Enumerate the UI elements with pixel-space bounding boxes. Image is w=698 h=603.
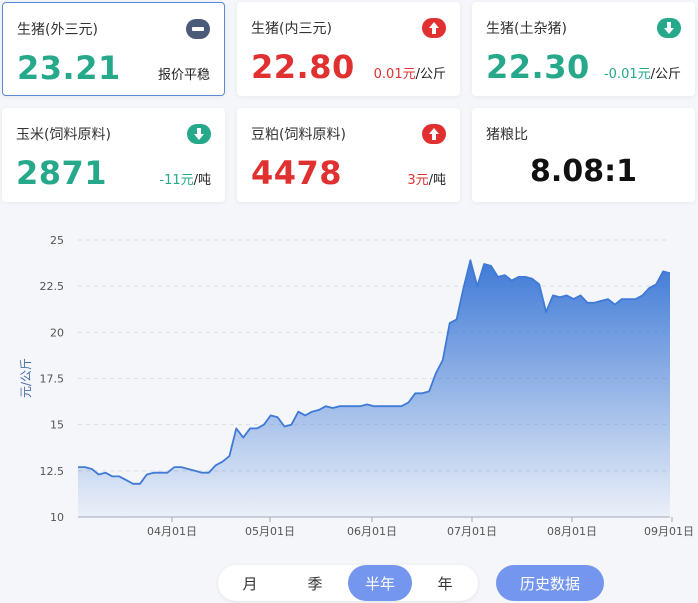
card-value: 22.80	[251, 48, 355, 86]
card-change: -0.01元/公斤	[603, 67, 681, 82]
arrow-down-icon	[187, 124, 211, 144]
chart-svg: 10 12.5 15 17.5 20 22.5 25 04月01日 05月01日 06月01日 07…	[19, 234, 694, 538]
period-month-tab[interactable]: 月	[218, 565, 282, 601]
x-tick-label: 08月01日	[547, 525, 597, 538]
card-value: 22.30	[486, 48, 590, 86]
x-tick-label: 05月01日	[245, 525, 295, 538]
card-title: 豆粕(饲料原料)	[251, 127, 346, 143]
page: 生猪(外三元) 23.21 报价平稳 生猪(内三元) 22.80 0.01元/公…	[0, 0, 698, 603]
card-title: 玉米(饲料原料)	[16, 127, 111, 143]
period-quarter-tab[interactable]: 季	[283, 565, 347, 601]
ratio-value: 8.08:1	[530, 154, 637, 189]
card-change: 0.01元/公斤	[373, 67, 446, 82]
price-card-neisanyuan[interactable]: 生猪(内三元) 22.80 0.01元/公斤	[237, 2, 460, 96]
arrow-up-icon	[422, 124, 446, 144]
y-tick-label: 25	[50, 234, 64, 247]
history-data-button[interactable]: 历史数据	[496, 565, 604, 601]
minus-icon	[186, 19, 210, 39]
arrow-down-icon	[657, 18, 681, 38]
y-tick-label: 15	[50, 419, 64, 432]
price-card-soymeal[interactable]: 豆粕(饲料原料) 4478 3元/吨	[237, 108, 460, 202]
y-axis-label: 元/公斤	[19, 358, 33, 398]
price-chart: 10 12.5 15 17.5 20 22.5 25 04月01日 05月01日 06月01日 07…	[0, 222, 698, 552]
period-year-tab[interactable]: 年	[413, 565, 477, 601]
card-status: 报价平稳	[157, 68, 210, 83]
price-area	[78, 260, 670, 517]
x-tick-label: 06月01日	[347, 525, 397, 538]
price-card-tuzazhu[interactable]: 生猪(土杂猪) 22.30 -0.01元/公斤	[472, 2, 695, 96]
card-title: 生猪(外三元)	[17, 22, 98, 38]
price-card-waisanyuan[interactable]: 生猪(外三元) 23.21 报价平稳	[2, 2, 225, 96]
arrow-up-icon	[422, 18, 446, 38]
card-value: 2871	[16, 154, 108, 192]
period-selector: 月 季 半年 年	[218, 565, 478, 601]
card-change: -11元/吨	[159, 173, 211, 188]
y-tick-label: 10	[50, 511, 64, 524]
card-change: 3元/吨	[407, 173, 446, 188]
card-value: 4478	[251, 154, 343, 192]
price-card-pig-grain-ratio[interactable]: 猪粮比 8.08:1	[472, 108, 695, 202]
y-tick-label: 17.5	[40, 373, 65, 386]
x-tick-label: 07月01日	[447, 525, 497, 538]
card-title: 猪粮比	[486, 127, 528, 143]
x-tick-label: 09月01日	[644, 525, 694, 538]
card-title: 生猪(土杂猪)	[486, 21, 567, 37]
price-card-corn[interactable]: 玉米(饲料原料) 2871 -11元/吨	[2, 108, 225, 202]
y-tick-label: 12.5	[40, 465, 65, 478]
y-tick-label: 22.5	[40, 280, 65, 293]
y-tick-label: 20	[50, 326, 64, 339]
period-halfyear-tab[interactable]: 半年	[348, 565, 412, 601]
card-title: 生猪(内三元)	[251, 21, 332, 37]
card-value: 23.21	[17, 49, 121, 87]
x-tick-label: 04月01日	[147, 525, 197, 538]
